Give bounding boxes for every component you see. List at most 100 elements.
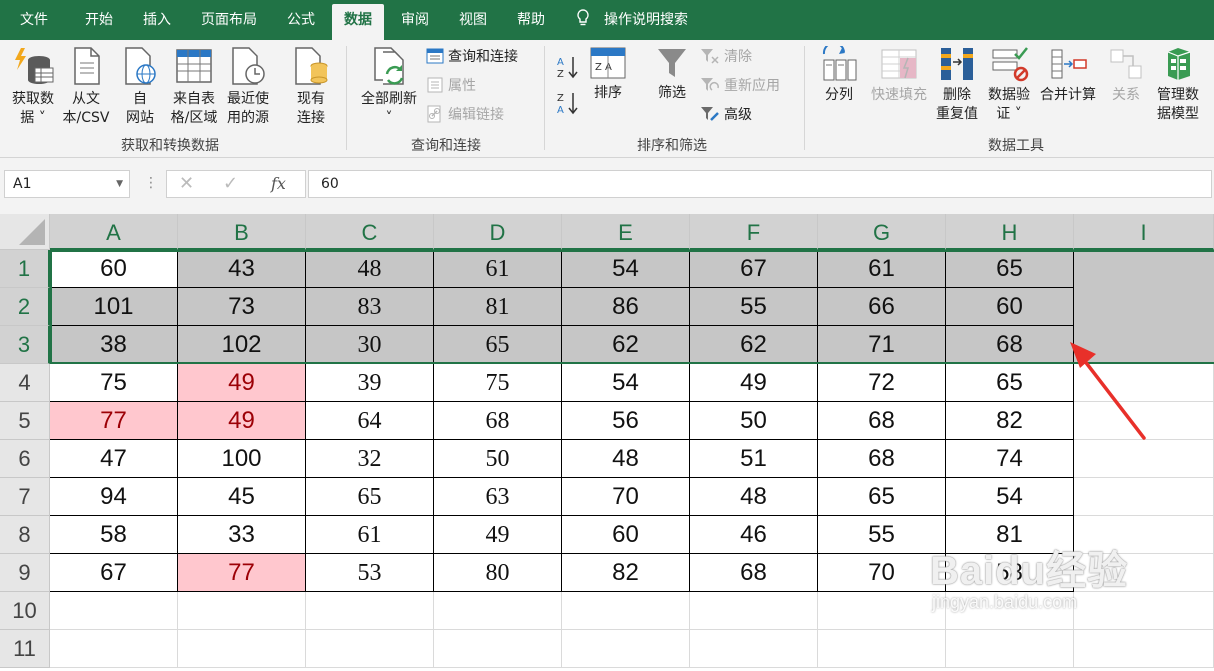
properties-button[interactable]: 属性 xyxy=(426,75,476,97)
sort-button[interactable]: Z A 排序 xyxy=(588,46,628,103)
cell-i5[interactable] xyxy=(1074,402,1214,440)
cell-g4[interactable]: 72 xyxy=(818,364,946,402)
name-box[interactable]: A1 ▼ xyxy=(4,170,130,198)
data-validation-button[interactable]: 数据验 证 ˅ xyxy=(984,46,1034,124)
tab-insert[interactable]: 插入 xyxy=(128,0,186,40)
column-header-c[interactable]: C xyxy=(306,214,434,250)
advanced-filter-button[interactable]: 高级 xyxy=(700,104,752,126)
cell-e11[interactable] xyxy=(562,630,690,668)
row-header-8[interactable]: 8 xyxy=(0,516,50,554)
column-header-h[interactable]: H xyxy=(946,214,1074,250)
consolidate-button[interactable]: 合并计算 xyxy=(1036,46,1100,105)
cell-d1[interactable]: 61 xyxy=(434,250,562,288)
cell-c9[interactable]: 53 xyxy=(306,554,434,592)
cell-a5[interactable]: 77 xyxy=(50,402,178,440)
cell-i10[interactable] xyxy=(1074,592,1214,630)
row-header-2[interactable]: 2 xyxy=(0,288,50,326)
cell-e9[interactable]: 82 xyxy=(562,554,690,592)
filter-button[interactable]: 筛选 xyxy=(650,46,694,103)
cell-f11[interactable] xyxy=(690,630,818,668)
cell-f4[interactable]: 49 xyxy=(690,364,818,402)
cell-b7[interactable]: 45 xyxy=(178,478,306,516)
cell-a9[interactable]: 67 xyxy=(50,554,178,592)
row-header-4[interactable]: 4 xyxy=(0,364,50,402)
enter-check-icon[interactable]: ✓ xyxy=(223,171,238,197)
column-header-f[interactable]: F xyxy=(690,214,818,250)
cell-g3[interactable]: 71 xyxy=(818,326,946,364)
tell-me-search[interactable]: 操作说明搜索 xyxy=(576,0,688,40)
cell-h5[interactable]: 82 xyxy=(946,402,1074,440)
cell-e8[interactable]: 60 xyxy=(562,516,690,554)
cell-g10[interactable] xyxy=(818,592,946,630)
cell-g5[interactable]: 68 xyxy=(818,402,946,440)
cell-d3[interactable]: 65 xyxy=(434,326,562,364)
cell-f2[interactable]: 55 xyxy=(690,288,818,326)
cell-i1[interactable] xyxy=(1074,250,1214,288)
cell-g1[interactable]: 61 xyxy=(818,250,946,288)
cell-a1[interactable]: 60 xyxy=(50,250,178,288)
cell-e4[interactable]: 54 xyxy=(562,364,690,402)
worksheet-grid[interactable]: A B C D E F G H I 1 60 43 48 61 54 67 61 65 2 101 73 83 81 86 55… xyxy=(0,214,1214,671)
cancel-icon[interactable]: ✕ xyxy=(179,171,194,197)
cell-d4[interactable]: 75 xyxy=(434,364,562,402)
cell-c2[interactable]: 83 xyxy=(306,288,434,326)
cell-f10[interactable] xyxy=(690,592,818,630)
cell-c11[interactable] xyxy=(306,630,434,668)
manage-data-model-button[interactable]: 管理数 据模型 xyxy=(1150,46,1206,124)
sort-az-button[interactable]: AZ xyxy=(552,54,584,86)
relationships-button[interactable]: 关系 xyxy=(1104,46,1148,105)
cell-g7[interactable]: 65 xyxy=(818,478,946,516)
cell-a2[interactable]: 101 xyxy=(50,288,178,326)
cell-e1[interactable]: 54 xyxy=(562,250,690,288)
cell-h10[interactable] xyxy=(946,592,1074,630)
cell-a8[interactable]: 58 xyxy=(50,516,178,554)
cell-i3[interactable] xyxy=(1074,326,1214,364)
cell-f9[interactable]: 68 xyxy=(690,554,818,592)
row-header-5[interactable]: 5 xyxy=(0,402,50,440)
select-all-corner[interactable] xyxy=(0,214,50,250)
cell-h6[interactable]: 74 xyxy=(946,440,1074,478)
cell-c7[interactable]: 65 xyxy=(306,478,434,516)
cell-c4[interactable]: 39 xyxy=(306,364,434,402)
cell-e2[interactable]: 86 xyxy=(562,288,690,326)
row-header-6[interactable]: 6 xyxy=(0,440,50,478)
cell-g2[interactable]: 66 xyxy=(818,288,946,326)
cell-f7[interactable]: 48 xyxy=(690,478,818,516)
cell-i8[interactable] xyxy=(1074,516,1214,554)
column-header-e[interactable]: E xyxy=(562,214,690,250)
cell-h9[interactable]: 58 xyxy=(946,554,1074,592)
cell-b3[interactable]: 102 xyxy=(178,326,306,364)
row-header-9[interactable]: 9 xyxy=(0,554,50,592)
existing-connections-button[interactable]: 现有 连接 xyxy=(288,46,334,128)
cell-a7[interactable]: 94 xyxy=(50,478,178,516)
cell-h1[interactable]: 65 xyxy=(946,250,1074,288)
cell-c10[interactable] xyxy=(306,592,434,630)
tab-file[interactable]: 文件 xyxy=(8,0,60,40)
cell-h8[interactable]: 81 xyxy=(946,516,1074,554)
cell-f5[interactable]: 50 xyxy=(690,402,818,440)
from-text-csv-button[interactable]: 从文 本/CSV xyxy=(60,46,112,128)
tab-view[interactable]: 视图 xyxy=(444,0,502,40)
tab-page-layout[interactable]: 页面布局 xyxy=(186,0,272,40)
cell-g6[interactable]: 68 xyxy=(818,440,946,478)
cell-a11[interactable] xyxy=(50,630,178,668)
cell-e5[interactable]: 56 xyxy=(562,402,690,440)
formula-bar-splitter[interactable]: ⋮ xyxy=(144,170,158,198)
tab-home[interactable]: 开始 xyxy=(70,0,128,40)
cell-h7[interactable]: 54 xyxy=(946,478,1074,516)
cell-d8[interactable]: 49 xyxy=(434,516,562,554)
cell-b9[interactable]: 77 xyxy=(178,554,306,592)
from-web-button[interactable]: 自 网站 xyxy=(118,46,162,128)
cell-g9[interactable]: 70 xyxy=(818,554,946,592)
cell-i9[interactable] xyxy=(1074,554,1214,592)
reapply-button[interactable]: 重新应用 xyxy=(700,75,780,97)
cell-h2[interactable]: 60 xyxy=(946,288,1074,326)
cell-e6[interactable]: 48 xyxy=(562,440,690,478)
cell-i6[interactable] xyxy=(1074,440,1214,478)
column-header-b[interactable]: B xyxy=(178,214,306,250)
cell-e10[interactable] xyxy=(562,592,690,630)
cell-b4[interactable]: 49 xyxy=(178,364,306,402)
row-header-11[interactable]: 11 xyxy=(0,630,50,668)
cell-b2[interactable]: 73 xyxy=(178,288,306,326)
cell-b6[interactable]: 100 xyxy=(178,440,306,478)
